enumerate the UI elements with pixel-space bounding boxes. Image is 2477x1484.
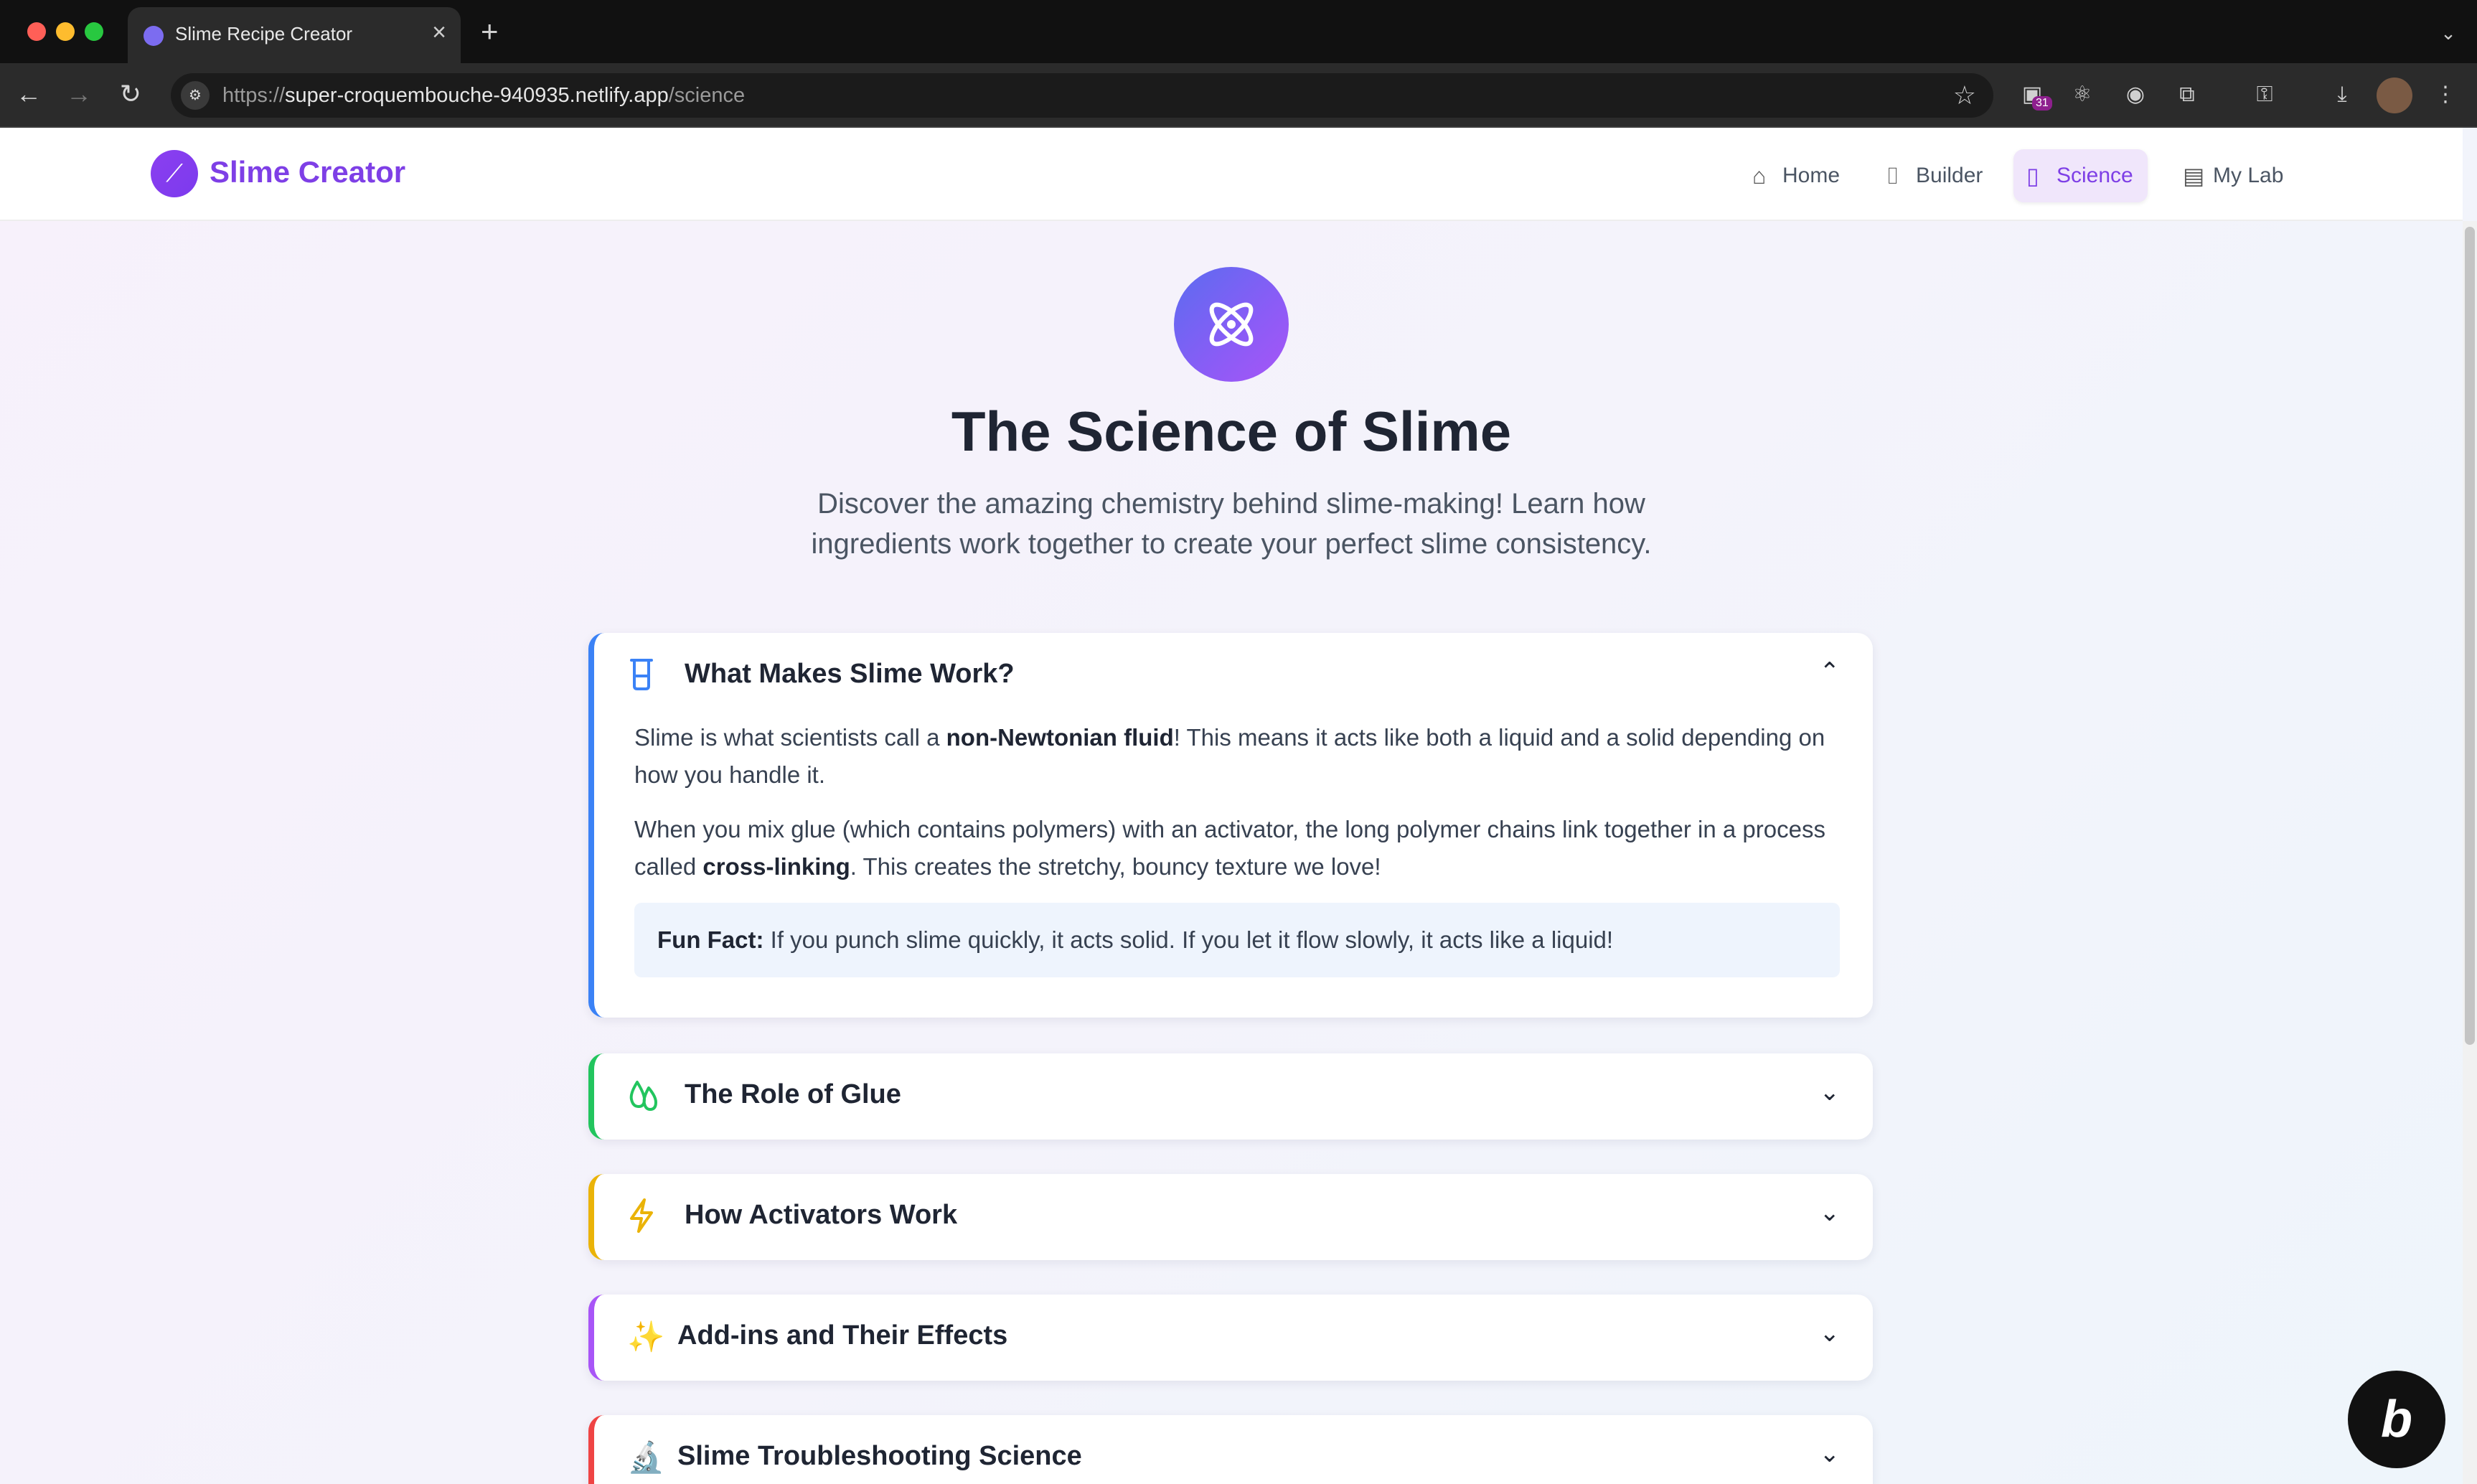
browser-tab[interactable]: Slime Recipe Creator × — [128, 7, 461, 63]
page-viewport: ⟋ Slime Creator ⌂ Home ⌷ Builder ▯ Scien… — [0, 128, 2477, 1484]
react-devtools-icon[interactable]: ⚛ — [2068, 80, 2097, 109]
window-minimize-button[interactable] — [56, 22, 75, 41]
section-title: Add-ins and Their Effects — [677, 1320, 1008, 1351]
chevron-up-icon[interactable]: ⌃ — [1820, 657, 1841, 686]
window-close-button[interactable] — [27, 22, 46, 41]
section-what-makes-slime-work: What Makes Slime Work? ⌃ Slime is what s… — [588, 633, 1873, 1018]
tab-close-icon[interactable]: × — [432, 19, 446, 47]
chevron-down-icon[interactable]: ⌄ — [1820, 1440, 1841, 1468]
section-title: How Activators Work — [685, 1200, 958, 1230]
text-span: Slime is what scientists call a — [634, 724, 946, 751]
browser-menu-icon[interactable]: ⋮ — [2431, 80, 2460, 109]
tab-title: Slime Recipe Creator — [175, 23, 353, 44]
site-settings-icon[interactable]: ⚙ — [181, 81, 210, 110]
section-role-of-glue[interactable]: The Role of Glue ⌄ — [588, 1053, 1873, 1140]
profile-avatar[interactable] — [2377, 78, 2412, 113]
browser-toolbar: ← → ↻ ⚙ https://super-croquembouche-9409… — [0, 63, 2477, 128]
page-subtitle-line-1: Discover the amazing chemistry behind sl… — [817, 488, 1645, 520]
nav-builder-label: Builder — [1916, 164, 1983, 187]
section-add-ins-effects[interactable]: ✨ Add-ins and Their Effects ⌄ — [588, 1295, 1873, 1381]
download-icon[interactable]: ⤓ — [2328, 80, 2356, 109]
nav-home[interactable]: ⌂ Home — [1739, 149, 1854, 202]
app-header: ⟋ Slime Creator ⌂ Home ⌷ Builder ▯ Scien… — [0, 128, 2463, 221]
nav-my-lab[interactable]: ▤ My Lab — [2170, 149, 2298, 202]
microscope-icon: 🔬 — [627, 1440, 665, 1474]
bold-term-cross-linking: cross-linking — [702, 853, 850, 880]
new-tab-button[interactable]: + — [481, 14, 499, 49]
section-title: The Role of Glue — [685, 1079, 901, 1109]
nav-my-lab-label: My Lab — [2213, 164, 2284, 187]
back-arrow-icon[interactable]: ← — [13, 79, 44, 109]
address-bar[interactable]: ⚙ https://super-croquembouche-940935.net… — [171, 73, 1993, 118]
paragraph-cross-linking: When you mix glue (which contains polyme… — [634, 811, 1840, 886]
nav-home-label: Home — [1782, 164, 1841, 187]
bold-term-non-newtonian: non-Newtonian fluid — [946, 724, 1174, 751]
forward-arrow-icon[interactable]: → — [63, 79, 95, 109]
window-zoom-button[interactable] — [85, 22, 103, 41]
calendar-extension-icon[interactable]: ▣ 31 — [2018, 80, 2052, 111]
extension-badge: 31 — [2032, 96, 2052, 111]
fun-fact-text: If you punch slime quickly, it acts soli… — [763, 926, 1614, 953]
archive-icon: ▤ — [2183, 163, 2205, 189]
beaker-icon: ⌷ — [1886, 163, 1900, 189]
reload-icon[interactable]: ↻ — [115, 79, 146, 109]
section-header-what-makes-slime-work[interactable]: What Makes Slime Work? ⌃ — [594, 633, 1873, 719]
test-tube-logo-icon[interactable]: ⟋ — [151, 150, 198, 197]
section-title: Slime Troubleshooting Science — [677, 1441, 1082, 1471]
section-how-activators-work[interactable]: How Activators Work ⌄ — [588, 1174, 1873, 1260]
tab-favicon-icon — [144, 26, 164, 46]
fun-fact-box: Fun Fact: If you punch slime quickly, it… — [634, 903, 1840, 977]
extensions-puzzle-icon[interactable]: ⧉ — [2173, 80, 2201, 109]
bolt-badge-logo[interactable]: b — [2348, 1371, 2445, 1468]
sparkles-icon: ✨ — [627, 1320, 665, 1353]
chevron-down-icon[interactable]: ⌄ — [1820, 1078, 1841, 1107]
book-open-icon: ▯ — [2026, 163, 2039, 189]
url-protocol: https:// — [222, 84, 286, 107]
nav-science-label: Science — [2057, 164, 2133, 187]
paragraph-non-newtonian: Slime is what scientists call a non-Newt… — [634, 719, 1840, 794]
url-host: super-croquembouche-940935.netlify.app — [285, 84, 669, 107]
section-title: What Makes Slime Work? — [685, 659, 1015, 689]
home-icon: ⌂ — [1752, 163, 1767, 189]
page-scrollbar[interactable] — [2463, 221, 2477, 1484]
atom-icon — [1174, 267, 1289, 382]
chevron-down-icon[interactable]: ⌄ — [1820, 1198, 1841, 1227]
nav-science[interactable]: ▯ Science — [2013, 149, 2148, 202]
beaker-icon — [627, 657, 656, 700]
url-path: /science — [668, 84, 746, 107]
passwords-key-icon[interactable]: ⚿ — [2250, 80, 2279, 109]
fun-fact-label: Fun Fact: — [657, 926, 764, 953]
scrollbar-thumb[interactable] — [2465, 227, 2475, 1045]
page-title: The Science of Slime — [951, 400, 1512, 463]
nav-builder[interactable]: ⌷ Builder — [1873, 149, 1997, 202]
chevron-down-icon[interactable]: ⌄ — [1820, 1319, 1841, 1348]
text-span: . This creates the stretchy, bouncy text… — [850, 853, 1381, 880]
bookmark-star-icon[interactable]: ☆ — [1953, 80, 1976, 111]
password-manager-extension-icon[interactable]: ◉ — [2121, 80, 2150, 109]
section-body: Slime is what scientists call a non-Newt… — [634, 719, 1840, 977]
droplets-icon — [627, 1078, 659, 1120]
browser-tab-strip: Slime Recipe Creator × + ⌄ — [0, 0, 2477, 63]
page-subtitle-line-2: ingredients work together to create your… — [811, 528, 1652, 560]
zap-icon — [627, 1198, 656, 1241]
url-text[interactable]: https://super-croquembouche-940935.netli… — [222, 84, 745, 108]
tab-search-chevron-icon[interactable]: ⌄ — [2434, 19, 2463, 47]
brand-name[interactable]: Slime Creator — [210, 155, 405, 189]
section-troubleshooting-science[interactable]: 🔬 Slime Troubleshooting Science ⌄ — [588, 1415, 1873, 1484]
page-subtitle: Discover the amazing chemistry behind sl… — [729, 484, 1734, 564]
